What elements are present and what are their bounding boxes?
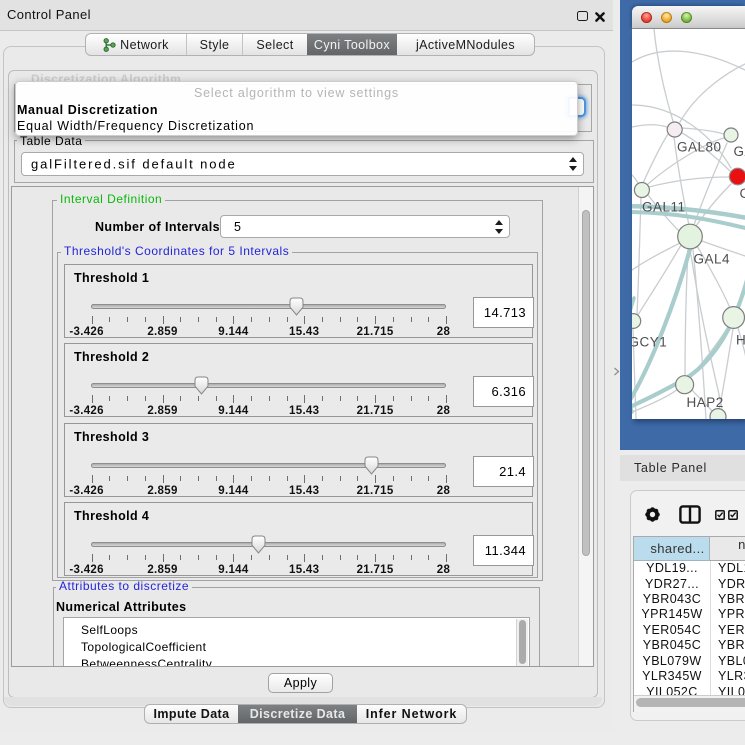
svg-text:GAL4: GAL4 — [694, 252, 731, 267]
svg-text:GAL11: GAL11 — [642, 200, 686, 215]
svg-text:HAP2: HAP2 — [687, 395, 724, 410]
svg-text:GCY1: GCY1 — [632, 335, 667, 350]
svg-text:GAL80: GAL80 — [677, 140, 722, 155]
svg-text:H: H — [736, 333, 745, 348]
svg-text:C: C — [740, 186, 745, 201]
svg-text:GA: GA — [734, 144, 745, 159]
